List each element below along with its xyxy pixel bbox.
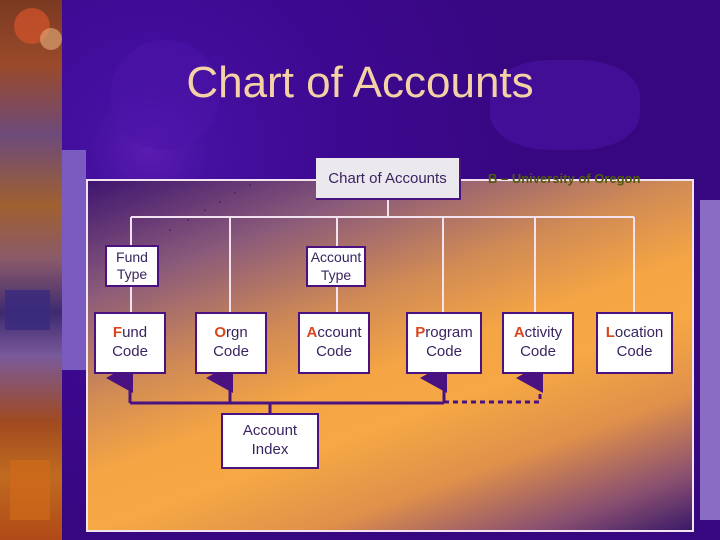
box-text: ccount (317, 324, 362, 342)
orgn-code-box: Orgn Code (195, 312, 267, 374)
initial-letter: A (513, 324, 525, 342)
box-text: ocation (614, 324, 664, 342)
initial-letter: A (306, 324, 318, 342)
box-line: Code (616, 343, 653, 360)
box-text: und (122, 324, 148, 342)
box-line: Fund (113, 324, 147, 343)
box-line: Account (242, 422, 298, 440)
account-index-box: Account Index (221, 413, 319, 469)
box-line: Index (251, 441, 289, 458)
initial-letter: L (605, 324, 615, 342)
account-type-box: Account Type (306, 246, 366, 287)
location-code-box: Location Code (596, 312, 673, 374)
box-line: Code (316, 343, 352, 360)
university-subtitle: B – University of Oregon (488, 171, 641, 186)
decorative-dot (204, 209, 206, 211)
fund-code-box: Fund Code (94, 312, 166, 374)
decorative-dot (187, 219, 189, 221)
box-line: Code (213, 343, 249, 360)
account-code-box: Account Code (298, 312, 370, 374)
decorative-dot (234, 192, 236, 194)
decorative-dot (219, 201, 221, 203)
chart-of-accounts-header-box: Chart of Accounts (316, 158, 461, 200)
box-line: Account (306, 324, 361, 343)
index-arrow-activity-dashed (444, 363, 543, 404)
box-text: rogram (425, 324, 473, 342)
initial-letter: P (415, 324, 426, 342)
initial-letter: O (214, 324, 226, 342)
box-line: Type (116, 266, 148, 282)
box-text: ctivity (524, 324, 563, 342)
initial-letter: F (112, 324, 123, 342)
decorative-dot (249, 184, 251, 186)
box-line: Code (112, 343, 148, 360)
activity-code-box: Activity Code (502, 312, 574, 374)
box-line: Type (320, 266, 352, 283)
box-text: rgn (225, 324, 248, 342)
box-line: Orgn (214, 324, 247, 343)
decorative-dot (169, 229, 171, 231)
box-line: Code (520, 343, 556, 360)
box-line: Account (310, 249, 362, 265)
box-line: Program (415, 324, 473, 343)
program-code-box: Program Code (406, 312, 482, 374)
box-line: Activity (514, 324, 562, 343)
box-line: Location (606, 324, 664, 343)
box-line: Fund (116, 248, 148, 265)
box-line: Code (426, 343, 462, 360)
fund-type-box: Fund Type (105, 245, 159, 287)
